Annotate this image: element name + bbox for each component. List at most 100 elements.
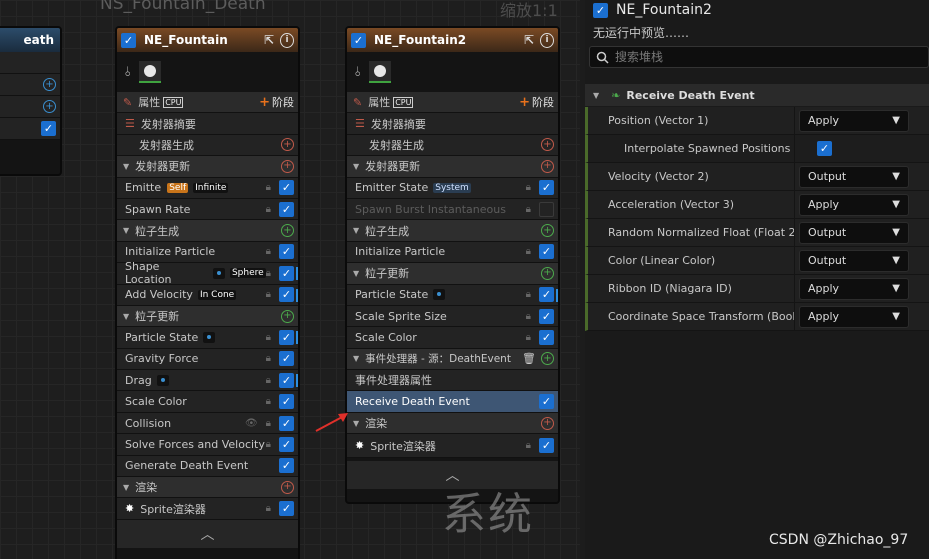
add-icon[interactable]: + bbox=[43, 100, 56, 113]
checkbox-icon[interactable]: ✓ bbox=[279, 394, 294, 410]
module-solve-forces[interactable]: Solve Forces and Velocity 🔒︎ ✓ bbox=[117, 434, 298, 456]
lock-icon[interactable]: 🔒︎ bbox=[266, 439, 271, 450]
value-dropdown[interactable]: Apply ▼ bbox=[799, 277, 909, 300]
lock-icon[interactable]: 🔒︎ bbox=[266, 182, 271, 193]
lock-icon[interactable]: 🔒︎ bbox=[526, 246, 531, 257]
browse-icon[interactable]: ⇱ bbox=[522, 33, 536, 48]
lock-icon[interactable]: 🔒︎ bbox=[526, 440, 531, 451]
module-spawn-burst[interactable]: Spawn Burst Instantaneous 🔒︎ bbox=[347, 198, 558, 221]
module-scale-color[interactable]: Scale Color 🔒︎ ✓ bbox=[347, 327, 558, 349]
section-emitter-update[interactable]: ▼ 发射器更新 + bbox=[347, 156, 558, 178]
thumbnail-icon[interactable] bbox=[368, 61, 391, 83]
lock-icon[interactable]: 🔒︎ bbox=[266, 396, 271, 407]
checkbox-icon[interactable]: ✓ bbox=[279, 372, 294, 388]
value-dropdown[interactable]: Apply ▼ bbox=[799, 193, 909, 216]
emitter-node-ne-fountain2[interactable]: ✓ NE_Fountain2 ⇱ i ⫰ ✎ 属性 CPU + 阶段 ☰ 发射器摘要 … bbox=[345, 26, 560, 504]
checkbox-icon[interactable]: ✓ bbox=[279, 180, 294, 196]
lock-icon[interactable]: 🔒︎ bbox=[526, 311, 531, 322]
checkbox-icon[interactable]: ✓ bbox=[279, 436, 294, 452]
node-footer[interactable]: ︿ bbox=[117, 519, 298, 548]
module-collision[interactable]: Collision 👁︎ 🔒︎ ✓ bbox=[117, 412, 298, 435]
emitter-node-ne-fountain[interactable]: ✓ NE_Fountain ⇱ i ⫰ ✎ 属性 CPU + 阶段 ☰ 发射器摘要 发… bbox=[115, 26, 300, 559]
chevron-down-icon[interactable]: ▼ bbox=[353, 419, 359, 428]
section-particle-update[interactable]: ▼ 粒子更新 + bbox=[347, 263, 558, 285]
module-gravity-force[interactable]: Gravity Force 🔒︎ ✓ bbox=[117, 348, 298, 371]
emitter-spawn-row[interactable]: 发射器生成 + bbox=[117, 134, 298, 157]
lock-icon[interactable]: 🔒︎ bbox=[526, 182, 531, 193]
search-box[interactable] bbox=[589, 46, 929, 68]
checkbox-icon[interactable]: ✓ bbox=[279, 265, 294, 281]
add-stage-button[interactable]: + 阶段 bbox=[259, 94, 294, 110]
lock-icon[interactable]: 🔒︎ bbox=[526, 289, 531, 300]
browse-icon[interactable]: ⇱ bbox=[262, 33, 276, 48]
add-icon[interactable]: + bbox=[541, 352, 554, 366]
add-icon[interactable]: + bbox=[541, 138, 554, 152]
checkbox-icon[interactable]: ✓ bbox=[121, 32, 136, 48]
module-emitter-state[interactable]: Emitter StateSelfInfinite🔒︎✓ bbox=[117, 177, 298, 199]
checkbox-icon[interactable]: ✓ bbox=[539, 180, 554, 196]
module-particle-state[interactable]: Particle State 🔒︎ ✓ bbox=[347, 284, 558, 306]
add-icon[interactable]: + bbox=[281, 309, 294, 323]
module-scale-sprite-size[interactable]: Scale Sprite Size 🔒︎ ✓ bbox=[347, 305, 558, 328]
checkbox-icon[interactable]: ✓ bbox=[279, 415, 294, 431]
value-dropdown[interactable]: Output ▼ bbox=[799, 249, 909, 272]
chevron-down-icon[interactable]: ▼ bbox=[123, 312, 129, 321]
checkbox-icon[interactable] bbox=[539, 201, 554, 217]
lock-icon[interactable]: 🔒︎ bbox=[266, 204, 271, 215]
chevron-down-icon[interactable]: ▼ bbox=[123, 483, 129, 492]
module-shape-location[interactable]: Shape Location Sphere 🔒︎ ✓ bbox=[117, 260, 298, 286]
checkbox-icon[interactable]: ✓ bbox=[539, 438, 554, 454]
module-scale-color[interactable]: Scale Color 🔒︎ ✓ bbox=[117, 391, 298, 413]
add-icon[interactable]: + bbox=[541, 416, 554, 430]
checkbox-icon[interactable]: ✓ bbox=[351, 32, 366, 48]
checkbox-icon[interactable]: ✓ bbox=[539, 244, 554, 260]
checkbox-icon[interactable]: ✓ bbox=[279, 244, 294, 260]
lock-icon[interactable]: 🔒︎ bbox=[266, 246, 271, 257]
checkbox-icon[interactable]: ✓ bbox=[817, 141, 832, 156]
info-icon[interactable]: i bbox=[280, 32, 294, 48]
section-particle-spawn[interactable]: ▼ 粒子生成 + bbox=[117, 220, 298, 242]
checkbox-icon[interactable]: ✓ bbox=[41, 121, 56, 136]
pin-icon[interactable]: ⫰ bbox=[125, 65, 131, 80]
lock-icon[interactable]: 🔒︎ bbox=[266, 289, 271, 300]
value-dropdown[interactable]: Apply ▼ bbox=[799, 109, 909, 132]
info-icon[interactable]: i bbox=[540, 32, 554, 48]
add-icon[interactable]: + bbox=[281, 224, 294, 238]
checkbox-icon[interactable]: ✓ bbox=[593, 2, 608, 18]
add-icon[interactable]: + bbox=[541, 266, 554, 280]
chevron-down-icon[interactable]: ▼ bbox=[123, 162, 129, 171]
chevron-down-icon[interactable]: ▼ bbox=[123, 226, 129, 235]
lock-icon[interactable]: 🔒︎ bbox=[266, 503, 271, 514]
checkbox-icon[interactable]: ✓ bbox=[279, 458, 294, 474]
emitter-spawn-row[interactable]: 发射器生成 + bbox=[347, 134, 558, 157]
module-particle-state[interactable]: Particle State 🔒︎ ✓ bbox=[117, 327, 298, 349]
chevron-up-icon[interactable]: ︿ bbox=[201, 524, 215, 544]
module-generate-death-event[interactable]: Generate Death Event ✓ bbox=[117, 455, 298, 478]
module-receive-death-event[interactable]: Receive Death Event ✓ bbox=[347, 391, 558, 413]
add-icon[interactable]: + bbox=[281, 159, 294, 173]
chevron-down-icon[interactable]: ▼ bbox=[353, 269, 359, 278]
lock-icon[interactable]: 🔒︎ bbox=[266, 268, 271, 279]
checkbox-icon[interactable]: ✓ bbox=[539, 308, 554, 324]
section-particle-spawn[interactable]: ▼ 粒子生成 + bbox=[347, 220, 558, 242]
thumbnail-icon[interactable] bbox=[138, 61, 161, 83]
category-header[interactable]: ▼ ❧ Receive Death Event bbox=[585, 84, 929, 106]
add-icon[interactable]: + bbox=[281, 138, 294, 152]
checkbox-icon[interactable]: ✓ bbox=[279, 201, 294, 217]
graph-canvas[interactable]: NS_Fountain_Death 缩放1:1 eath + + ✓ ✓ NE_… bbox=[0, 0, 580, 559]
checkbox-icon[interactable]: ✓ bbox=[539, 329, 554, 345]
add-icon[interactable]: + bbox=[281, 480, 294, 494]
checkbox-icon[interactable]: ✓ bbox=[279, 287, 294, 303]
lock-icon[interactable]: 🔒︎ bbox=[266, 418, 271, 429]
module-initialize-particle[interactable]: Initialize Particle 🔒︎ ✓ bbox=[347, 241, 558, 264]
checkbox-icon[interactable]: ✓ bbox=[279, 501, 294, 517]
chevron-down-icon[interactable]: ▼ bbox=[353, 354, 359, 363]
add-icon[interactable]: + bbox=[541, 159, 554, 173]
add-icon[interactable]: + bbox=[541, 224, 554, 238]
lock-icon[interactable]: 🔒︎ bbox=[266, 353, 271, 364]
checkbox-icon[interactable]: ✓ bbox=[539, 287, 554, 303]
section-render[interactable]: ▼ 渲染 + bbox=[117, 477, 298, 499]
section-particle-update[interactable]: ▼ 粒子更新 + bbox=[117, 305, 298, 328]
add-stage-button[interactable]: + 阶段 bbox=[519, 94, 554, 110]
left-partial-node[interactable]: eath + + ✓ bbox=[0, 26, 62, 176]
